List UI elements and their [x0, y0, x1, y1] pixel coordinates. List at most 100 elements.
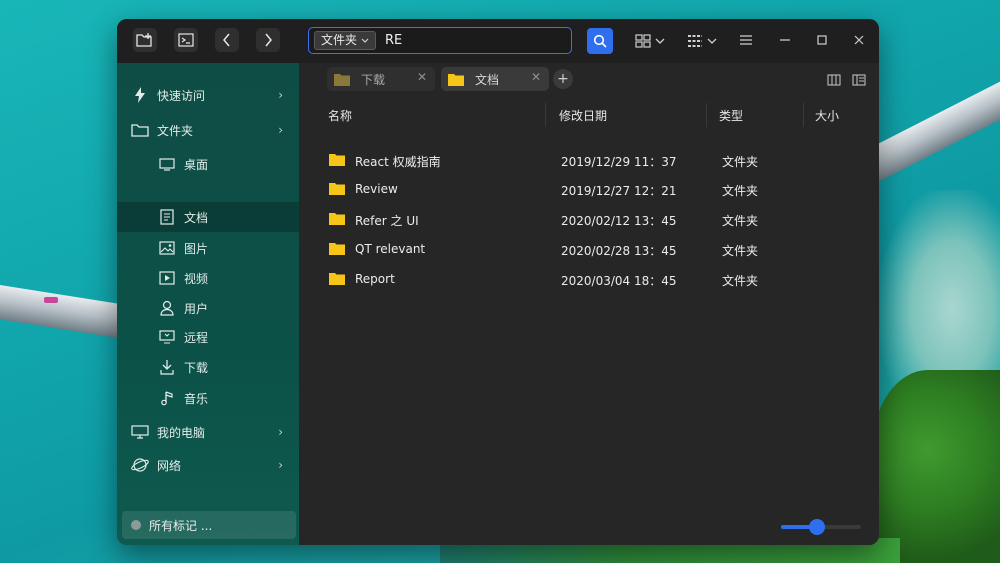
file-date: 2020/03/04 18：45: [561, 274, 677, 288]
wallpaper-forest: [872, 370, 1000, 563]
table-row[interactable]: Review 2019/12/27 12：21 文件夹: [299, 174, 879, 204]
column-header-name[interactable]: 名称: [328, 107, 352, 124]
sidebar-item-user[interactable]: 用户: [117, 293, 299, 323]
folder-icon: [329, 273, 345, 285]
sidebar-item-desktop[interactable]: 桌面: [117, 149, 299, 179]
tab-downloads[interactable]: 下载 ✕: [327, 67, 435, 91]
network-icon: [131, 456, 149, 474]
maximize-icon: [817, 35, 827, 45]
file-type: 文件夹: [722, 214, 759, 228]
file-name: Report: [355, 272, 395, 286]
file-name: React 权威指南: [355, 155, 441, 169]
chevron-right-icon: [265, 33, 272, 47]
folder-icon: [329, 213, 345, 225]
column-header-size[interactable]: 大小: [815, 107, 839, 124]
folder-icon: [329, 154, 345, 166]
all-tags-label: 所有标记 ...: [149, 518, 213, 533]
sidebar-item-label: 我的电脑: [157, 425, 206, 440]
icon-view-button[interactable]: [635, 32, 665, 50]
close-icon: [854, 35, 864, 45]
file-date: 2020/02/28 13：45: [561, 244, 677, 258]
sidebar-item-pictures[interactable]: 图片: [117, 233, 299, 263]
sidebar-item-label: 网络: [157, 458, 182, 473]
details-view-button[interactable]: [852, 71, 866, 90]
list-view-icon: [688, 35, 702, 47]
wallpaper-bridge-left: [0, 282, 131, 340]
folder-icon: [329, 243, 345, 255]
table-row[interactable]: Report 2020/03/04 18：45 文件夹: [299, 264, 879, 294]
sidebar-item-network[interactable]: 网络 ›: [117, 450, 299, 480]
user-icon: [158, 299, 176, 317]
file-name: Review: [355, 182, 398, 196]
document-icon: [158, 208, 176, 226]
details-view-icon: [852, 74, 866, 86]
tab-label: 下载: [361, 72, 386, 87]
all-tags-button[interactable]: 所有标记 ...: [122, 511, 296, 539]
tab-label: 文档: [475, 72, 500, 87]
sidebar-item-label: 远程: [184, 330, 209, 345]
menu-button[interactable]: [736, 30, 756, 50]
new-folder-button[interactable]: [133, 28, 157, 52]
address-bar[interactable]: 文件夹 RE: [308, 27, 572, 54]
sidebar-item-label: 快速访问: [157, 88, 206, 103]
sidebar: 快速访问 › 文件夹 › 桌面 文档 图片 视频 用户 远程 下载 音乐 我的电…: [117, 63, 299, 545]
table-row[interactable]: QT relevant 2020/02/28 13：45 文件夹: [299, 234, 879, 264]
file-type: 文件夹: [722, 184, 759, 198]
chevron-right-icon: ›: [278, 88, 283, 102]
folder-icon: [329, 183, 345, 195]
folder-icon: [334, 73, 350, 86]
sidebar-item-my-computer[interactable]: 我的电脑 ›: [117, 417, 299, 447]
file-type: 文件夹: [722, 244, 759, 258]
zoom-slider-handle[interactable]: [809, 519, 825, 535]
close-icon[interactable]: ✕: [531, 70, 541, 84]
column-view-button[interactable]: [827, 71, 841, 90]
back-button[interactable]: [215, 28, 239, 52]
sidebar-item-downloads[interactable]: 下载: [117, 352, 299, 382]
table-row[interactable]: Refer 之 UI 2020/02/12 13：45 文件夹: [299, 204, 879, 234]
close-button[interactable]: [849, 30, 869, 50]
table-row[interactable]: React 权威指南 2019/12/29 11：37 文件夹: [299, 145, 879, 175]
plus-icon: +: [557, 71, 569, 87]
column-divider[interactable]: [545, 103, 546, 127]
sidebar-item-videos[interactable]: 视频: [117, 263, 299, 293]
list-view-button[interactable]: [687, 32, 717, 50]
tag-dot-icon: [131, 520, 141, 530]
sidebar-item-quick-access[interactable]: 快速访问 ›: [117, 80, 299, 110]
search-icon: [593, 34, 607, 48]
sidebar-item-remote[interactable]: 远程: [117, 322, 299, 352]
sidebar-item-folders[interactable]: 文件夹 ›: [117, 115, 299, 145]
chevron-right-icon: ›: [278, 123, 283, 137]
zoom-slider[interactable]: [781, 519, 861, 535]
file-date: 2020/02/12 13：45: [561, 214, 677, 228]
new-folder-icon: [136, 33, 152, 47]
file-type: 文件夹: [722, 274, 759, 288]
column-divider[interactable]: [706, 103, 707, 127]
terminal-button[interactable]: [174, 28, 198, 52]
remote-icon: [158, 328, 176, 346]
add-tab-button[interactable]: +: [553, 69, 573, 89]
file-manager-window: 文件夹 RE 快速访问 › 文件夹 › 桌面 文档 图片 视频 用户 远程 下载…: [117, 19, 879, 545]
column-header-type[interactable]: 类型: [719, 107, 743, 124]
file-list-pane: 下载 ✕ 文档 ✕ + 名称 修改日期 类型 大小 React 权威指南 201…: [299, 63, 879, 545]
column-header-modified[interactable]: 修改日期: [559, 107, 607, 124]
minimize-button[interactable]: [775, 30, 795, 50]
file-name: QT relevant: [355, 242, 426, 256]
breadcrumb-label: 文件夹: [321, 33, 358, 47]
chevron-right-icon: ›: [278, 458, 283, 472]
titlebar: 文件夹 RE: [117, 19, 879, 63]
breadcrumb[interactable]: 文件夹: [314, 31, 377, 50]
column-divider[interactable]: [803, 103, 804, 127]
file-date: 2019/12/29 11：37: [561, 155, 677, 169]
tab-documents[interactable]: 文档 ✕: [441, 67, 549, 91]
search-query[interactable]: RE: [385, 33, 402, 48]
music-icon: [158, 389, 176, 407]
wallpaper-shallows: [880, 190, 1000, 390]
forward-button[interactable]: [256, 28, 280, 52]
sidebar-item-label: 文档: [184, 210, 209, 225]
search-button[interactable]: [587, 28, 613, 54]
sidebar-item-music[interactable]: 音乐: [117, 383, 299, 413]
computer-icon: [131, 423, 149, 441]
maximize-button[interactable]: [812, 30, 832, 50]
close-icon[interactable]: ✕: [417, 70, 427, 84]
sidebar-item-documents[interactable]: 文档: [117, 202, 299, 232]
